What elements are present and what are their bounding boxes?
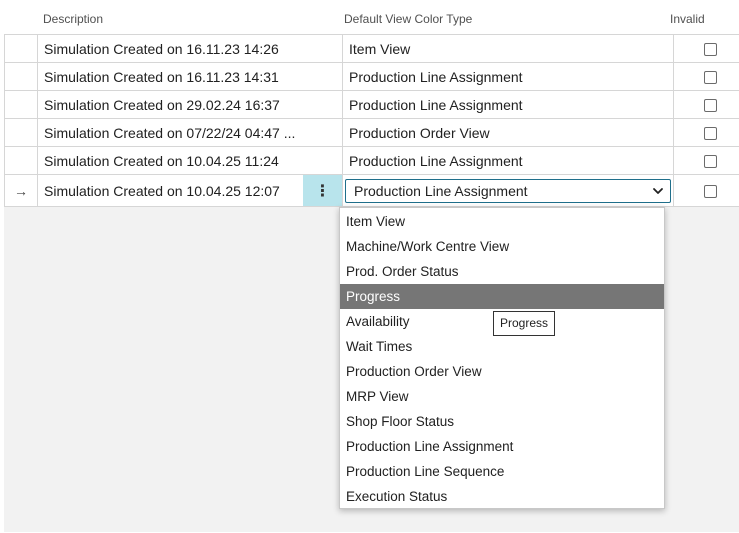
table-row-active[interactable]: → Simulation Created on 10.04.25 12:07 ⋮… — [4, 174, 739, 207]
table-row[interactable]: Simulation Created on 29.02.24 16:37 Pro… — [4, 90, 739, 119]
row-indicator[interactable] — [4, 118, 38, 147]
description-cell[interactable]: Simulation Created on 10.04.25 11:24 — [37, 146, 303, 175]
color-type-cell[interactable]: Production Order View — [342, 118, 674, 147]
table-row[interactable]: Simulation Created on 07/22/24 04:47 ...… — [4, 118, 739, 147]
row-menu-cell[interactable] — [303, 34, 343, 63]
table-row[interactable]: Simulation Created on 16.11.23 14:26 Ite… — [4, 34, 739, 63]
table-row[interactable]: Simulation Created on 10.04.25 11:24 Pro… — [4, 146, 739, 175]
invalid-checkbox[interactable] — [704, 71, 717, 85]
color-type-cell[interactable]: Production Line Assignment — [342, 90, 674, 119]
color-type-cell[interactable]: Production Line Assignment — [342, 174, 674, 207]
simulations-table: Simulation Created on 16.11.23 14:26 Ite… — [4, 34, 739, 207]
dropdown-option[interactable]: Production Line Sequence — [340, 459, 664, 484]
invalid-cell[interactable] — [673, 118, 739, 147]
row-indicator[interactable] — [4, 34, 38, 63]
current-row-arrow-icon[interactable]: → — [4, 174, 38, 207]
dropdown-option-highlighted[interactable]: Progress — [340, 284, 664, 309]
invalid-checkbox[interactable] — [704, 43, 717, 57]
row-actions-menu-icon[interactable]: ⋮ — [303, 174, 343, 207]
description-cell[interactable]: Simulation Created on 16.11.23 14:31 — [37, 62, 303, 91]
row-menu-cell[interactable] — [303, 62, 343, 91]
dropdown-option[interactable]: Item View — [340, 209, 664, 234]
option-tooltip: Progress — [493, 311, 556, 336]
invalid-checkbox[interactable] — [704, 185, 717, 199]
row-indicator[interactable] — [4, 146, 38, 175]
dropdown-option[interactable]: MRP View — [340, 384, 664, 409]
description-cell[interactable]: Simulation Created on 10.04.25 12:07 — [37, 174, 303, 207]
column-header-color-type[interactable]: Default View Color Type — [344, 12, 472, 26]
invalid-cell[interactable] — [673, 146, 739, 175]
dropdown-option[interactable]: Machine/Work Centre View — [340, 234, 664, 259]
row-menu-cell[interactable] — [303, 146, 343, 175]
dropdown-option[interactable]: Prod. Order Status — [340, 259, 664, 284]
dropdown-option[interactable]: Shop Floor Status — [340, 409, 664, 434]
invalid-cell[interactable] — [673, 90, 739, 119]
invalid-cell[interactable] — [673, 62, 739, 91]
invalid-cell[interactable] — [673, 34, 739, 63]
table-row[interactable]: Simulation Created on 16.11.23 14:31 Pro… — [4, 62, 739, 91]
color-type-select-value: Production Line Assignment — [354, 182, 528, 199]
description-cell[interactable]: Simulation Created on 07/22/24 04:47 ... — [37, 118, 303, 147]
dropdown-option[interactable]: Execution Status — [340, 484, 664, 509]
color-type-cell[interactable]: Production Line Assignment — [342, 146, 674, 175]
simulations-page: Description Default View Color Type Inva… — [0, 0, 739, 533]
color-type-dropdown-list: Item View Machine/Work Centre View Prod.… — [339, 207, 665, 509]
column-header-invalid[interactable]: Invalid — [670, 12, 705, 26]
color-type-cell[interactable]: Item View — [342, 34, 674, 63]
column-header: Description Default View Color Type Inva… — [0, 0, 739, 34]
row-menu-cell[interactable] — [303, 90, 343, 119]
invalid-checkbox[interactable] — [704, 155, 717, 169]
dropdown-option[interactable]: Wait Times — [340, 334, 664, 359]
row-indicator[interactable] — [4, 62, 38, 91]
invalid-checkbox[interactable] — [704, 127, 717, 141]
dropdown-option[interactable]: Production Line Assignment — [340, 434, 664, 459]
invalid-cell[interactable] — [673, 174, 739, 207]
color-type-cell[interactable]: Production Line Assignment — [342, 62, 674, 91]
row-menu-cell[interactable] — [303, 118, 343, 147]
color-type-select[interactable]: Production Line Assignment — [345, 178, 671, 203]
invalid-checkbox[interactable] — [704, 99, 717, 113]
column-header-description[interactable]: Description — [43, 12, 103, 26]
dropdown-option[interactable]: Production Order View — [340, 359, 664, 384]
chevron-down-icon[interactable] — [652, 185, 664, 197]
row-indicator[interactable] — [4, 90, 38, 119]
description-cell[interactable]: Simulation Created on 29.02.24 16:37 — [37, 90, 303, 119]
description-cell[interactable]: Simulation Created on 16.11.23 14:26 — [37, 34, 303, 63]
